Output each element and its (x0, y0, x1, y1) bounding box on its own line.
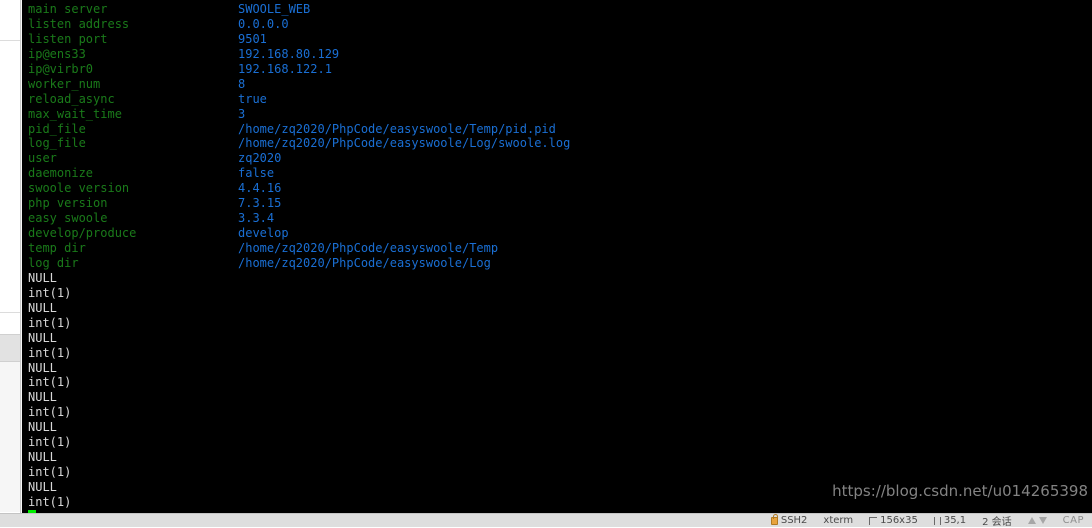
config-row: daemonize false (28, 166, 570, 181)
config-key: pid_file (28, 121, 86, 136)
terminal-text: main server SWOOLE_WEBlisten address 0.0.0… (28, 2, 570, 513)
config-key: log_file (28, 136, 86, 151)
config-row: listen port 9501 (28, 32, 570, 47)
output-line: int(1) (28, 405, 72, 420)
output-line: int(1) (28, 375, 72, 390)
output-line: NULL (28, 480, 57, 494)
sidebar-panel-bottom[interactable] (0, 362, 20, 512)
config-row: worker_num 8 (28, 77, 570, 92)
config-key: ip@ens33 (28, 46, 86, 61)
terminal-screen[interactable]: main server SWOOLE_WEBlisten address 0.0.0… (22, 0, 1092, 513)
config-row: max_wait_time 3 (28, 107, 570, 122)
output-line: NULL (28, 360, 57, 375)
config-value: develop (238, 226, 289, 241)
output-line: NULL (28, 390, 57, 405)
config-row: user zq2020 (28, 151, 570, 166)
output-line: int(1) (28, 345, 72, 360)
config-key: listen port (28, 31, 108, 46)
config-value: /home/zq2020/PhpCode/easyswoole/Log/swoo… (238, 136, 571, 151)
config-value: 3 (238, 106, 246, 121)
config-key: worker_num (28, 76, 101, 91)
config-key: temp dir (28, 241, 86, 255)
output-line: int(1) (28, 494, 72, 509)
config-value: false (238, 166, 275, 181)
status-emulation[interactable]: xterm (823, 515, 853, 526)
cursor-position-icon (933, 516, 941, 525)
output-line: NULL (28, 450, 57, 465)
sidebar-panel-tree[interactable] (0, 40, 20, 312)
output-line: NULL (28, 330, 57, 345)
config-value: /home/zq2020/PhpCode/easyswoole/Log (238, 255, 491, 270)
config-value: SWOOLE_WEB (238, 2, 311, 16)
config-row: main server SWOOLE_WEB (28, 2, 570, 17)
session-sidebar[interactable] (0, 0, 21, 513)
config-value: 192.168.80.129 (238, 46, 340, 61)
sidebar-item-1[interactable] (0, 312, 20, 334)
config-key: max_wait_time (28, 106, 122, 121)
status-sessions-label: 2 会话 (982, 517, 1012, 528)
config-row: easy swoole 3.3.4 (28, 211, 570, 226)
config-value: true (238, 91, 267, 106)
config-value: 3.3.4 (238, 211, 275, 226)
config-row: pid_file/home/zq2020/PhpCode/easyswoole/… (28, 122, 570, 137)
config-row: log_file/home/zq2020/PhpCode/easyswoole/… (28, 136, 570, 151)
config-key: ip@virbr0 (28, 61, 94, 76)
config-value: 9501 (238, 31, 267, 46)
config-value: /home/zq2020/PhpCode/easyswoole/Temp (238, 241, 499, 255)
config-row: php version 7.3.15 (28, 196, 570, 211)
output-line: int(1) (28, 435, 72, 450)
config-row: log dir/home/zq2020/PhpCode/easyswoole/L… (28, 256, 570, 271)
config-row: listen address 0.0.0.0 (28, 17, 570, 32)
output-line: NULL (28, 420, 57, 435)
config-value: 8 (238, 76, 246, 91)
config-value: 192.168.122.1 (238, 61, 332, 76)
screen-size-icon (869, 516, 878, 525)
config-key: easy swoole (28, 211, 108, 226)
config-row: reload_async true (28, 92, 570, 107)
config-value: 0.0.0.0 (238, 16, 289, 31)
status-transfer-indicators (1027, 517, 1047, 524)
csdn-watermark: https://blog.csdn.net/u014265398 (832, 482, 1088, 500)
config-value: /home/zq2020/PhpCode/easyswoole/Temp/pid… (238, 121, 556, 136)
output-line: int(1) (28, 285, 72, 300)
securecrt-window: main server SWOOLE_WEBlisten address 0.0.0… (0, 0, 1092, 528)
sidebar-panel-top[interactable] (0, 0, 20, 40)
status-emulation-label: xterm (823, 515, 854, 526)
config-key: develop/produce (28, 226, 137, 241)
config-key: main server (28, 2, 108, 16)
status-sessions: 2 会话 (982, 513, 1012, 528)
config-key: listen address (28, 16, 130, 31)
status-protocol-label: SSH2 (780, 515, 808, 526)
status-cursor-pos: 35,1 (933, 515, 967, 526)
status-size-label: 156x35 (880, 515, 918, 526)
config-key: php version (28, 196, 108, 211)
caps-lock-label: CAP (1062, 515, 1084, 526)
output-line: int(1) (28, 465, 72, 480)
status-size: 156x35 (869, 515, 918, 526)
config-key: log dir (28, 255, 79, 270)
config-row: swoole version 4.4.16 (28, 181, 570, 196)
config-key: daemonize (28, 166, 94, 181)
config-row: ip@virbr0 192.168.122.1 (28, 62, 570, 77)
status-caps: CAP (1063, 515, 1084, 526)
config-row: ip@ens33 192.168.80.129 (28, 47, 570, 62)
output-line: NULL (28, 300, 57, 315)
status-bar: SSH2 xterm 156x35 35,1 2 会话 CAP (0, 513, 1092, 528)
output-line: int(1) (28, 315, 72, 330)
status-protocol[interactable]: SSH2 (770, 514, 808, 526)
config-key: reload_async (28, 91, 115, 106)
upload-arrow-icon (1027, 517, 1036, 524)
output-line: NULL (28, 270, 57, 285)
config-key: swoole version (28, 181, 130, 196)
config-row: temp dir/home/zq2020/PhpCode/easyswoole/… (28, 241, 570, 256)
config-value: 4.4.16 (238, 181, 282, 196)
status-cursor-label: 35,1 (943, 515, 967, 526)
config-row: develop/produce develop (28, 226, 570, 241)
lock-icon (770, 514, 778, 525)
download-arrow-icon (1038, 517, 1047, 524)
sidebar-item-selected[interactable] (0, 334, 20, 362)
config-value: zq2020 (238, 151, 282, 166)
config-value: 7.3.15 (238, 196, 282, 211)
config-key: user (28, 151, 57, 166)
